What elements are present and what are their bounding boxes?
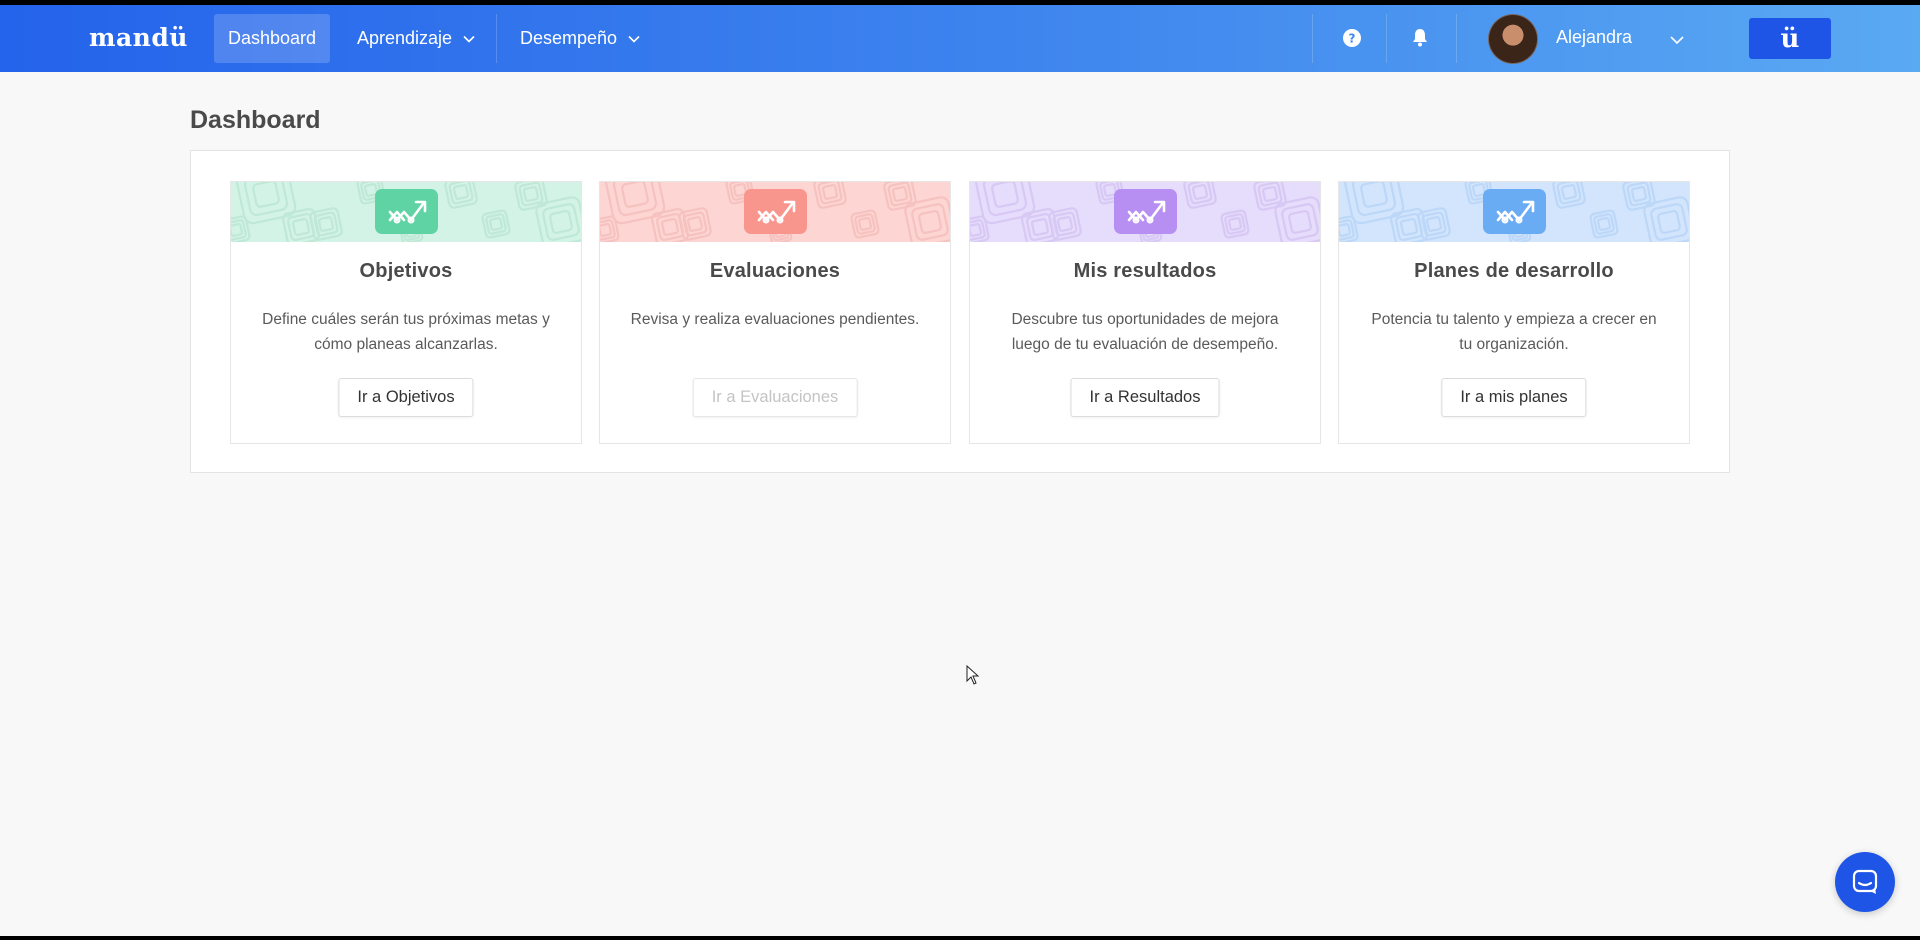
- chevron-down-icon: [463, 35, 475, 43]
- card-title: Objetivos: [359, 260, 453, 282]
- growth-chart-icon: [1114, 189, 1177, 234]
- nav-divider: [1386, 14, 1387, 63]
- nav-divider: [496, 14, 497, 63]
- card-planes-de-desarrollo: Planes de desarrollo Potencia tu talento…: [1338, 181, 1690, 444]
- chevron-down-icon: [628, 35, 640, 43]
- ir-a-mis-planes-button[interactable]: Ir a mis planes: [1441, 378, 1587, 417]
- card-evaluaciones: Evaluaciones Revisa y realiza evaluacion…: [599, 181, 951, 444]
- card-description: Define cuáles serán tus próximas metas y…: [262, 311, 550, 353]
- growth-chart-icon: [1483, 189, 1546, 234]
- card-title: Mis resultados: [1073, 260, 1217, 282]
- nav-desempeno[interactable]: Desempeño: [506, 14, 655, 63]
- card-title: Planes de desarrollo: [1414, 260, 1614, 282]
- card-description: Revisa y realiza evaluaciones pendientes…: [630, 311, 920, 328]
- nav-divider: [1312, 14, 1313, 63]
- nav-dashboard[interactable]: Dashboard: [214, 14, 331, 63]
- card-banner: [970, 182, 1320, 242]
- card-banner: [1339, 182, 1689, 242]
- app-page: mandü Dashboard Aprendizaje Desempeño ? …: [0, 5, 1920, 936]
- chat-icon: [1852, 869, 1878, 894]
- brand-button[interactable]: ü: [1749, 18, 1831, 59]
- bell-icon[interactable]: [1405, 23, 1435, 53]
- card-banner: [231, 182, 581, 242]
- user-name[interactable]: Alejandra: [1556, 27, 1632, 48]
- nav-desempeno-label: Desempeño: [520, 28, 618, 48]
- mandu-logo[interactable]: mandü: [89, 23, 188, 52]
- card-objetivos: Objetivos Define cuáles serán tus próxim…: [230, 181, 582, 444]
- svg-text:?: ?: [1349, 32, 1356, 46]
- chevron-down-icon[interactable]: [1669, 32, 1685, 48]
- card-description: Descubre tus oportunidades de mejora lue…: [1011, 311, 1279, 353]
- card-mis-resultados: Mis resultados Descubre tus oportunidade…: [969, 181, 1321, 444]
- page-title: Dashboard: [190, 106, 321, 134]
- ir-a-objetivos-button[interactable]: Ir a Objetivos: [338, 378, 474, 417]
- growth-chart-icon: [375, 189, 438, 234]
- mouse-cursor-icon: [966, 665, 980, 685]
- card-description: Potencia tu talento y empieza a crecer e…: [1371, 311, 1657, 353]
- help-icon[interactable]: ?: [1337, 23, 1367, 53]
- user-avatar[interactable]: [1488, 14, 1538, 64]
- brand-button-label: ü: [1780, 23, 1800, 54]
- top-navigation-bar: mandü Dashboard Aprendizaje Desempeño ? …: [0, 5, 1920, 72]
- chat-support-button[interactable]: [1835, 852, 1895, 912]
- nav-aprendizaje-label: Aprendizaje: [357, 28, 453, 48]
- nav-aprendizaje[interactable]: Aprendizaje: [343, 14, 490, 63]
- nav-divider: [1456, 14, 1457, 63]
- growth-chart-icon: [744, 189, 807, 234]
- ir-a-resultados-button[interactable]: Ir a Resultados: [1070, 378, 1220, 417]
- card-banner: [600, 182, 950, 242]
- nav-dashboard-label: Dashboard: [228, 28, 317, 48]
- card-title: Evaluaciones: [709, 260, 841, 282]
- ir-a-evaluaciones-button[interactable]: Ir a Evaluaciones: [692, 378, 858, 417]
- dashboard-panel: Objetivos Define cuáles serán tus próxim…: [190, 150, 1730, 473]
